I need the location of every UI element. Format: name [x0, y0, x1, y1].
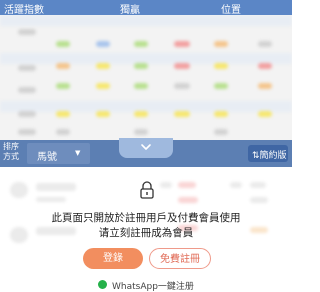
- table-row: [258, 63, 272, 69]
- table-row: [96, 63, 110, 69]
- table-row: [174, 83, 190, 89]
- login-button[interactable]: 登錄: [83, 248, 143, 269]
- table-row: [96, 83, 110, 89]
- table-row: [18, 87, 36, 93]
- table-row: [174, 63, 190, 69]
- table-row: [134, 111, 148, 117]
- sort-label: 排序方式: [3, 142, 19, 161]
- table-row: [56, 129, 70, 135]
- table-row: [258, 41, 272, 47]
- table-row: [18, 111, 36, 117]
- chevron-down-icon: [141, 144, 151, 150]
- table-row: [174, 111, 190, 117]
- blurred-odds-table: [0, 15, 292, 140]
- access-restricted-message: 此頁面只開放於註冊用戶及付費會員使用: [51, 212, 241, 224]
- table-row: [258, 83, 272, 89]
- header-activity-index: 活躍指數: [4, 5, 44, 16]
- table-row: [56, 41, 70, 47]
- table-row: [214, 129, 228, 135]
- simplified-version-label: ⇅簡約版: [252, 151, 287, 161]
- simplified-version-button[interactable]: ⇅簡約版: [248, 145, 288, 162]
- free-register-button[interactable]: 免費註冊: [149, 248, 211, 269]
- table-row: [258, 111, 272, 117]
- register-prompt-message: 请立刻註冊成為會員: [98, 227, 194, 239]
- header-win: 獨贏: [120, 5, 140, 16]
- sort-select[interactable]: 馬號 ▼: [27, 143, 90, 164]
- table-row: [18, 129, 36, 135]
- table-row: [134, 63, 148, 69]
- header-place: 位置: [221, 5, 241, 16]
- table-row: [96, 41, 110, 47]
- caret-down-icon: ▼: [75, 149, 81, 157]
- whatsapp-icon: [98, 280, 107, 289]
- lock-icon: [140, 181, 154, 199]
- table-row: [18, 29, 36, 35]
- table-row: [56, 63, 70, 69]
- table-row: [18, 65, 36, 71]
- table-row: [134, 129, 148, 135]
- table-row: [214, 111, 228, 117]
- table-row: [96, 111, 110, 117]
- table-row: [134, 83, 148, 89]
- table-header: 活躍指數 獨贏 位置: [0, 0, 292, 16]
- table-row: [214, 83, 228, 89]
- table-row: [214, 63, 228, 69]
- table-row: [56, 111, 70, 117]
- expand-toggle[interactable]: [119, 138, 173, 158]
- sort-selected-value: 馬號: [37, 152, 57, 163]
- table-row: [134, 41, 148, 47]
- whatsapp-register-label: WhatsApp一鍵注册: [112, 282, 194, 292]
- table-row: [0, 15, 292, 26]
- table-row: [56, 83, 70, 89]
- table-row: [214, 41, 228, 47]
- table-row: [174, 41, 190, 47]
